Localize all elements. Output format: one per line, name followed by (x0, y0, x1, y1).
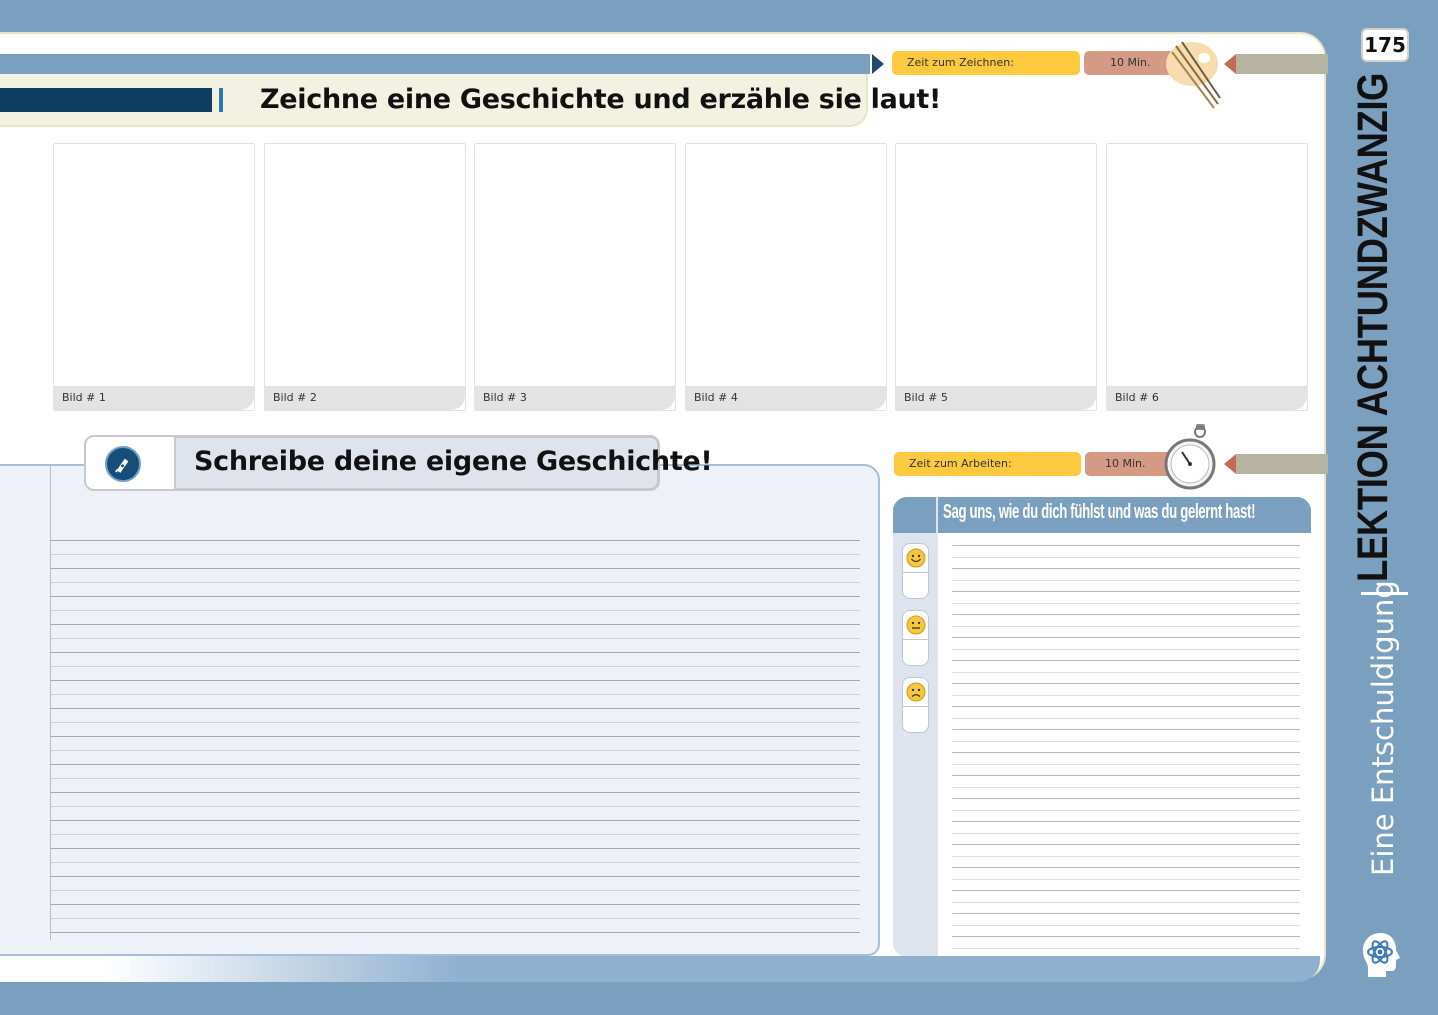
timer-arrow-icon (1224, 454, 1236, 474)
fountain-pen-icon (105, 446, 141, 482)
writing-section-title: Schreibe deine eigene Geschichte! (194, 446, 713, 477)
mood-checkbox-neutral[interactable] (902, 610, 929, 666)
checkbox-divider (903, 572, 928, 573)
header-band (0, 54, 870, 74)
feedback-header-corner (893, 497, 936, 533)
drawing-panel-1[interactable]: Bild # 1 (53, 143, 255, 411)
checkbox-divider (903, 706, 928, 707)
mood-checkbox-sad[interactable] (902, 677, 929, 733)
timer-track (1236, 454, 1328, 474)
atom-head-icon (1362, 933, 1400, 977)
title-accent-line (219, 88, 223, 112)
timer-track (1236, 54, 1328, 74)
feedback-title: Sag uns, wie du dich fühlst und was du g… (943, 501, 1256, 523)
writing-lines[interactable] (50, 540, 860, 940)
drawing-panel-6[interactable]: Bild # 6 (1106, 143, 1308, 411)
drawing-panel-4[interactable]: Bild # 4 (685, 143, 887, 411)
panel-label: Bild # 6 (1107, 386, 1307, 410)
lesson-title: LEKTION ACHTUNDZWANZIG (1349, 0, 1398, 582)
header-arrow-icon (872, 54, 884, 74)
stopwatch-icon (1164, 424, 1216, 490)
panel-label: Bild # 2 (265, 386, 465, 410)
sad-face-icon (906, 682, 926, 702)
paintbrush-palette-icon (1166, 41, 1221, 109)
lesson-title-text: LEKTION ACHTUNDZWANZIG (1349, 72, 1397, 582)
bottom-strip (0, 956, 1320, 982)
writing-margin-line (50, 466, 51, 940)
drawing-panel-5[interactable]: Bild # 5 (895, 143, 1097, 411)
work-timer-label: Zeit zum Arbeiten: (894, 452, 1081, 476)
title-accent-bar (0, 88, 212, 112)
drawing-panel-3[interactable]: Bild # 3 (474, 143, 676, 411)
mood-checkbox-happy[interactable] (902, 543, 929, 599)
drawing-section-title: Zeichne eine Geschichte und erzähle sie … (260, 84, 942, 115)
panel-label: Bild # 4 (686, 386, 886, 410)
neutral-face-icon (906, 615, 926, 635)
feedback-lines[interactable] (952, 545, 1300, 950)
happy-face-icon (906, 548, 926, 568)
checkbox-divider (903, 639, 928, 640)
panel-label: Bild # 3 (475, 386, 675, 410)
panel-label: Bild # 5 (896, 386, 1096, 410)
lesson-subtitle: Eine Entschuldigung (1366, 580, 1400, 876)
drawing-panel-2[interactable]: Bild # 2 (264, 143, 466, 411)
panel-label: Bild # 1 (54, 386, 254, 410)
drawing-timer-label: Zeit zum Zeichnen: (892, 51, 1080, 75)
